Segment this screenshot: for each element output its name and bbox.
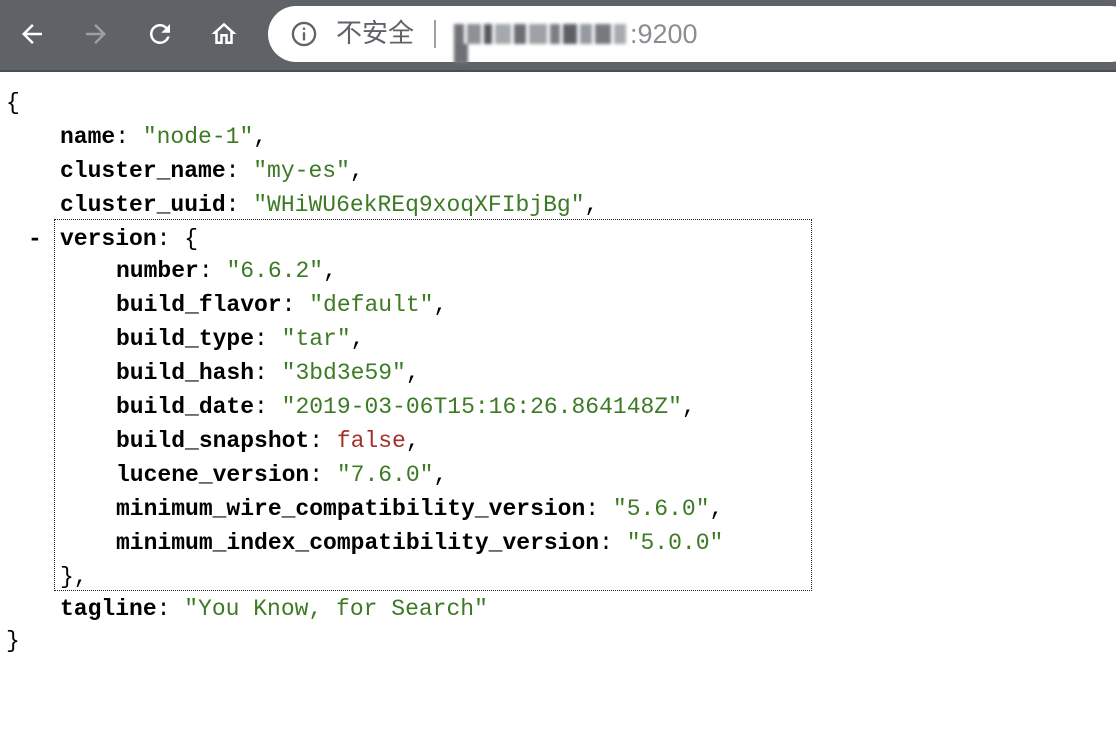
- json-value: "tar": [281, 326, 351, 352]
- json-value: "7.6.0": [336, 462, 434, 488]
- json-value: "my-es": [253, 158, 350, 184]
- json-value: "6.6.2": [226, 258, 324, 284]
- json-value: "You Know, for Search": [184, 596, 488, 622]
- home-button[interactable]: [204, 14, 244, 54]
- arrow-right-icon: [86, 24, 106, 44]
- json-value: "node-1": [142, 124, 254, 150]
- json-key: build_type: [116, 326, 255, 352]
- collapse-toggle[interactable]: -: [28, 222, 42, 256]
- json-field-min-index-compat: minimum_index_compatibility_version: "5.…: [116, 530, 724, 556]
- json-value: "5.0.0": [626, 530, 724, 556]
- json-key: cluster_name: [60, 158, 226, 184]
- json-value: "default": [309, 292, 434, 318]
- json-field-version[interactable]: version: {: [60, 222, 198, 256]
- forward-button[interactable]: [76, 14, 116, 54]
- reload-button[interactable]: [140, 14, 180, 54]
- redacted-host: [454, 24, 630, 64]
- info-icon[interactable]: [290, 20, 318, 48]
- browser-toolbar: 不安全 :9200: [0, 0, 1116, 72]
- json-value: "3bd3e59": [281, 360, 406, 386]
- json-field-lucene-version: lucene_version: "7.6.0",: [116, 462, 448, 488]
- json-field-min-wire-compat: minimum_wire_compatibility_version: "5.6…: [116, 496, 724, 522]
- json-value: "5.6.0": [612, 496, 710, 522]
- json-key: lucene_version: [116, 462, 310, 488]
- json-key: minimum_wire_compatibility_version: [116, 496, 586, 522]
- version-open-brace: {: [184, 226, 199, 252]
- json-key: minimum_index_compatibility_version: [116, 530, 600, 556]
- json-key: number: [116, 258, 199, 284]
- omnibox-divider: [434, 20, 436, 48]
- json-field-build-flavor: build_flavor: "default",: [116, 292, 448, 318]
- json-field-name: name: "node-1",: [60, 124, 268, 150]
- url-port[interactable]: :9200: [630, 19, 698, 49]
- json-field-cluster-uuid: cluster_uuid: "WHiWU6ekREq9xoqXFIbjBg",: [60, 192, 599, 218]
- json-key: build_hash: [116, 360, 255, 386]
- json-key: build_date: [116, 394, 255, 420]
- security-status-label[interactable]: 不安全: [336, 19, 414, 49]
- json-value: false: [336, 428, 406, 454]
- reload-icon: [149, 23, 170, 44]
- back-button[interactable]: [12, 14, 52, 54]
- json-key: cluster_uuid: [60, 192, 226, 218]
- json-key: tagline: [60, 596, 157, 622]
- json-field-build-type: build_type: "tar",: [116, 326, 365, 352]
- json-value: "WHiWU6ekREq9xoqXFIbjBg": [253, 192, 585, 218]
- json-field-build-snapshot: build_snapshot: false,: [116, 428, 420, 454]
- json-field-build-hash: build_hash: "3bd3e59",: [116, 360, 420, 386]
- json-field-tagline: tagline: "You Know, for Search": [60, 596, 488, 622]
- json-field-number: number: "6.6.2",: [116, 258, 337, 284]
- json-key: name: [60, 124, 116, 150]
- json-value: "2019-03-06T15:16:26.864148Z": [281, 394, 682, 420]
- home-icon: [211, 22, 237, 44]
- json-key: build_flavor: [116, 292, 282, 318]
- json-close-brace: }: [6, 628, 20, 654]
- version-close-brace: },: [60, 564, 88, 590]
- json-viewer: { name: "node-1", cluster_name: "my-es",…: [0, 72, 1116, 734]
- arrow-left-icon: [22, 24, 42, 44]
- json-field-cluster-name: cluster_name: "my-es",: [60, 158, 364, 184]
- json-field-build-date: build_date: "2019-03-06T15:16:26.864148Z…: [116, 394, 696, 420]
- json-key: build_snapshot: [116, 428, 310, 454]
- json-key: version: [60, 226, 157, 252]
- address-bar[interactable]: 不安全 :9200: [268, 6, 1116, 64]
- json-open-brace: {: [6, 90, 20, 116]
